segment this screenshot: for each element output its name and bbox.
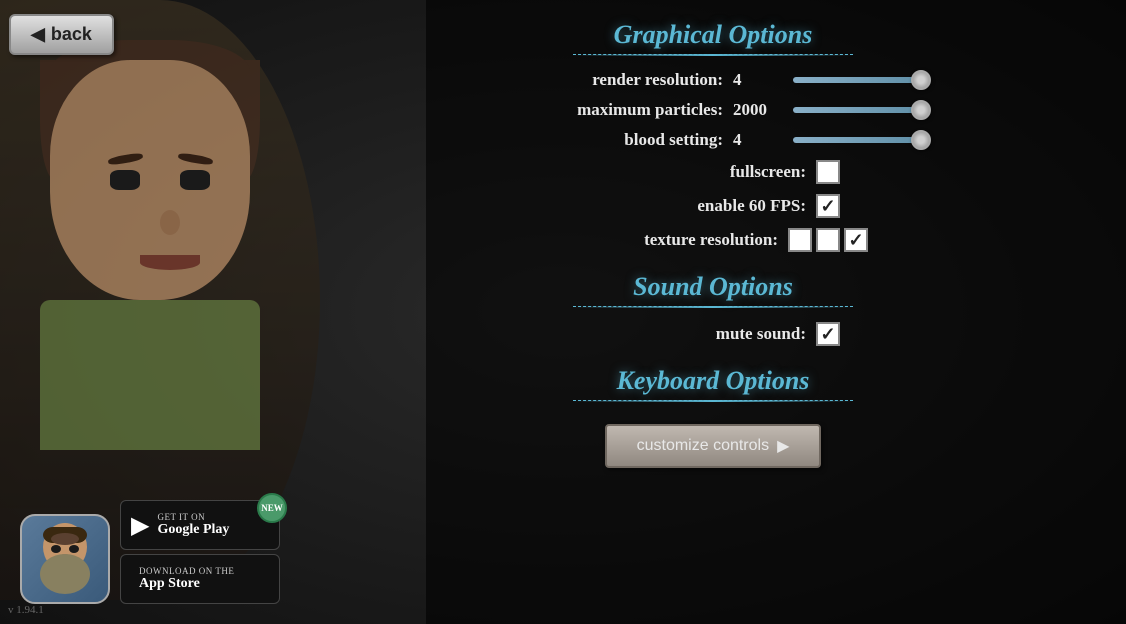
- keyboard-options-title: Keyboard Options: [617, 366, 810, 396]
- mute-sound-row: mute sound:: [380, 322, 1046, 346]
- slider-thumb[interactable]: [911, 130, 931, 150]
- slider-track[interactable]: [793, 77, 923, 83]
- back-button[interactable]: ◀ back: [9, 14, 114, 55]
- sound-options-title: Sound Options: [633, 272, 793, 302]
- max-particles-slider[interactable]: [793, 107, 923, 113]
- avatar-svg: [30, 519, 100, 599]
- render-resolution-label: render resolution:: [503, 70, 723, 90]
- fps-label: enable 60 FPS:: [586, 196, 806, 216]
- fps-row: enable 60 FPS:: [380, 194, 1046, 218]
- slider-thumb[interactable]: [911, 70, 931, 90]
- mute-sound-checkbox[interactable]: [816, 322, 840, 346]
- texture-box-3[interactable]: [844, 228, 868, 252]
- version-text: v 1.94.1: [8, 604, 44, 616]
- keyboard-divider: [573, 400, 853, 402]
- blood-setting-slider[interactable]: [793, 137, 923, 143]
- eyebrow-right: [178, 152, 214, 166]
- arrow-right-icon: ▶: [777, 436, 789, 456]
- max-particles-label: maximum particles:: [503, 100, 723, 120]
- graphical-options-section: Graphical Options render resolution: 4 m…: [380, 20, 1046, 262]
- google-play-text: GET IT ON Google Play: [157, 512, 229, 538]
- customize-controls-label: customize controls: [637, 437, 770, 455]
- google-play-icon: ▶: [131, 511, 149, 540]
- eyebrow-left: [108, 152, 144, 166]
- fullscreen-checkbox[interactable]: [816, 160, 840, 184]
- texture-resolution-row: texture resolution:: [380, 228, 1046, 252]
- app-store-text: Download on the App Store: [139, 566, 234, 592]
- avatar[interactable]: [20, 514, 110, 604]
- keyboard-options-section: Keyboard Options customize controls ▶: [380, 366, 1046, 468]
- texture-box-1[interactable]: [788, 228, 812, 252]
- sound-divider: [573, 306, 853, 308]
- store-badges: ▶ GET IT ON Google Play NEW Download on …: [120, 500, 280, 604]
- render-resolution-row: render resolution: 4: [380, 70, 1046, 90]
- mute-sound-label: mute sound:: [586, 324, 806, 344]
- face: [50, 60, 250, 300]
- bottom-badges: ▶ GET IT ON Google Play NEW Download on …: [20, 500, 280, 604]
- fullscreen-label: fullscreen:: [586, 162, 806, 182]
- graphical-options-title: Graphical Options: [614, 20, 813, 50]
- slider-track[interactable]: [793, 107, 923, 113]
- graphical-divider: [573, 54, 853, 56]
- render-resolution-slider[interactable]: [793, 77, 923, 83]
- max-particles-value: 2000: [733, 100, 783, 120]
- customize-controls-button[interactable]: customize controls ▶: [605, 424, 822, 468]
- app-store-line2: App Store: [139, 576, 234, 592]
- texture-box-2[interactable]: [816, 228, 840, 252]
- google-play-line2: Google Play: [157, 522, 229, 538]
- app-store-badge[interactable]: Download on the App Store: [120, 554, 280, 604]
- slider-thumb[interactable]: [911, 100, 931, 120]
- eye-right: [180, 170, 210, 190]
- sound-options-section: Sound Options mute sound:: [380, 272, 1046, 356]
- settings-panel: Graphical Options render resolution: 4 m…: [380, 20, 1046, 594]
- blood-setting-value: 4: [733, 130, 783, 150]
- nose: [160, 210, 180, 235]
- max-particles-row: maximum particles: 2000: [380, 100, 1046, 120]
- app-store-line1: Download on the: [139, 566, 234, 576]
- blood-setting-row: blood setting: 4: [380, 130, 1046, 150]
- fullscreen-row: fullscreen:: [380, 160, 1046, 184]
- google-play-line1: GET IT ON: [157, 512, 229, 522]
- character-face: [30, 40, 270, 340]
- eye-left: [110, 170, 140, 190]
- shirt: [40, 300, 260, 450]
- new-badge: NEW: [257, 493, 287, 523]
- blood-setting-label: blood setting:: [503, 130, 723, 150]
- texture-resolution-boxes: [788, 228, 868, 252]
- texture-resolution-label: texture resolution:: [558, 230, 778, 250]
- back-label: back: [51, 24, 92, 45]
- fps-checkbox[interactable]: [816, 194, 840, 218]
- slider-track[interactable]: [793, 137, 923, 143]
- mouth: [140, 255, 200, 270]
- render-resolution-value: 4: [733, 70, 783, 90]
- back-arrow-icon: ◀: [31, 24, 45, 45]
- google-play-badge[interactable]: ▶ GET IT ON Google Play NEW: [120, 500, 280, 550]
